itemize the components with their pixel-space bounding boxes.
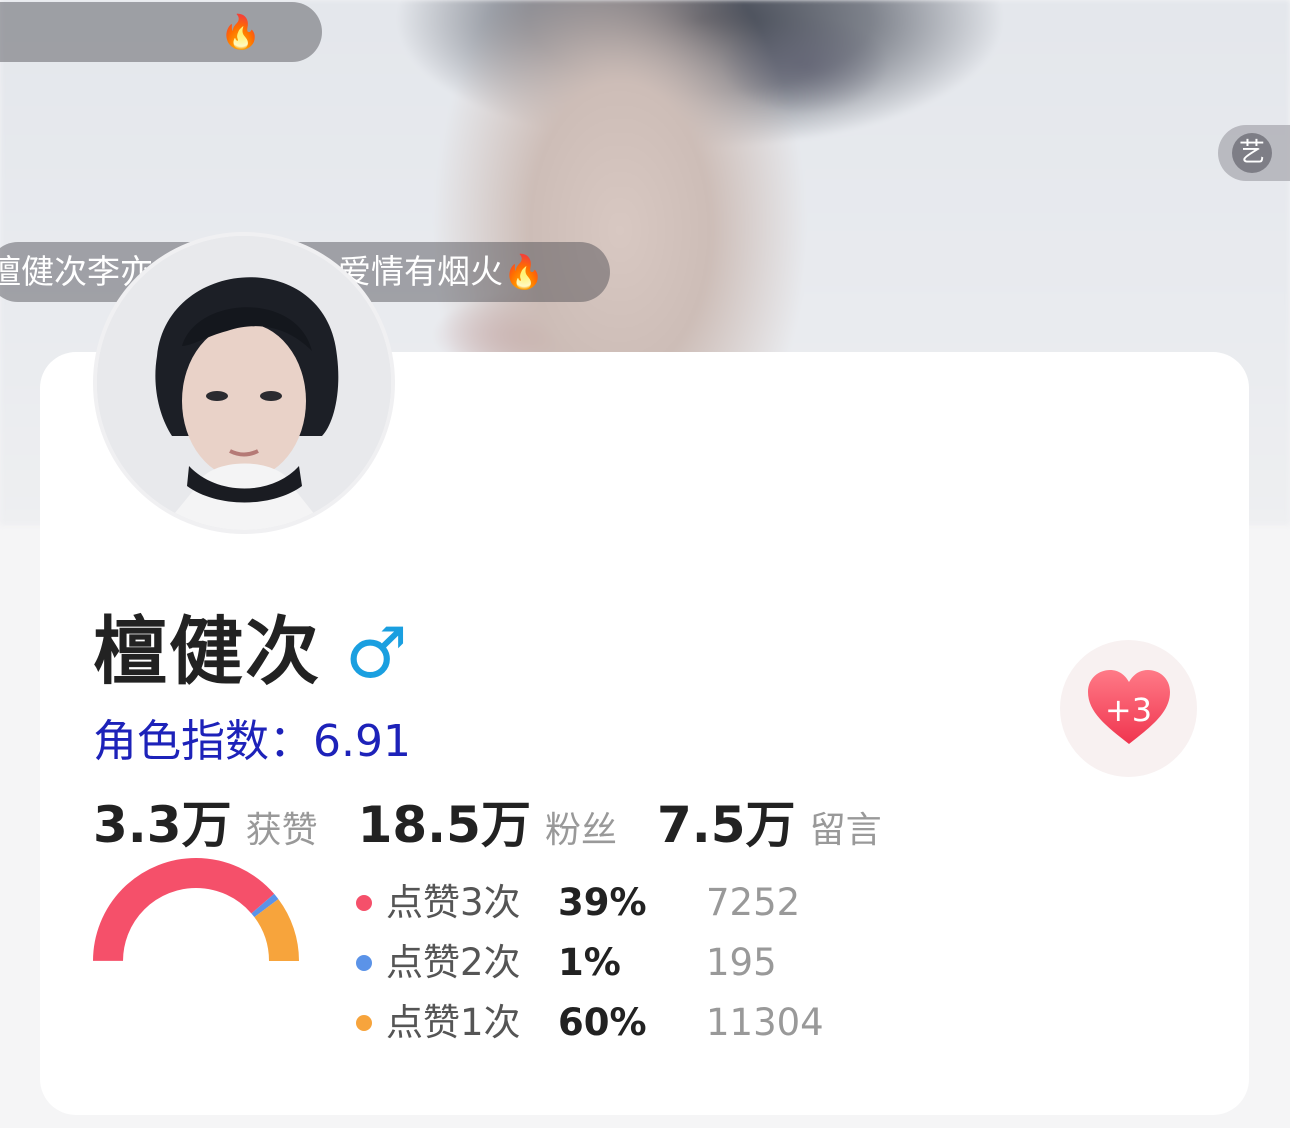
like-badge-count: +3 xyxy=(1104,691,1153,729)
donut-slices xyxy=(93,858,299,1064)
fans-label: 粉丝 xyxy=(544,810,617,851)
legend-label: 点赞1次 xyxy=(386,1001,521,1044)
stats-row: 3.3万 获赞 18.5万 粉丝 7.5万 留言 xyxy=(93,785,922,855)
legend-count: 195 xyxy=(706,941,777,984)
avatar-portrait xyxy=(97,236,391,530)
like-distribution-donut xyxy=(93,858,299,1064)
fans-count: 18.5万 xyxy=(357,796,531,854)
legend-count: 11304 xyxy=(706,1001,824,1044)
likes-label: 获赞 xyxy=(245,810,318,851)
danmaku-bottom-right-text: 爱情有烟火🔥 xyxy=(338,252,545,291)
legend-count: 7252 xyxy=(706,881,801,924)
legend-label: 点赞3次 xyxy=(386,881,521,924)
likes-count: 3.3万 xyxy=(93,796,232,854)
legend-percent: 1% xyxy=(558,941,621,984)
donut-slice xyxy=(93,858,299,1064)
comments-count: 7.5万 xyxy=(656,796,796,854)
comments-label: 留言 xyxy=(809,810,882,851)
avatar[interactable] xyxy=(93,232,395,534)
legend-dot xyxy=(356,955,372,971)
legend-dot xyxy=(356,1015,372,1031)
danmaku-bubble-top: 🔥 xyxy=(0,2,322,62)
legend-percent: 60% xyxy=(558,1001,647,1044)
legend-label: 点赞2次 xyxy=(386,941,521,984)
character-index: 角色指数：6.91 xyxy=(93,716,411,767)
art-badge-label: 艺 xyxy=(1232,133,1272,173)
danmaku-top-text: 🔥 xyxy=(220,12,262,51)
legend-dot xyxy=(356,895,372,911)
gender-male-icon: ♂ xyxy=(345,612,408,694)
art-badge-button[interactable]: 艺 xyxy=(1218,125,1290,181)
legend-percent: 39% xyxy=(558,881,647,924)
profile-name: 檀健次 xyxy=(93,609,321,695)
